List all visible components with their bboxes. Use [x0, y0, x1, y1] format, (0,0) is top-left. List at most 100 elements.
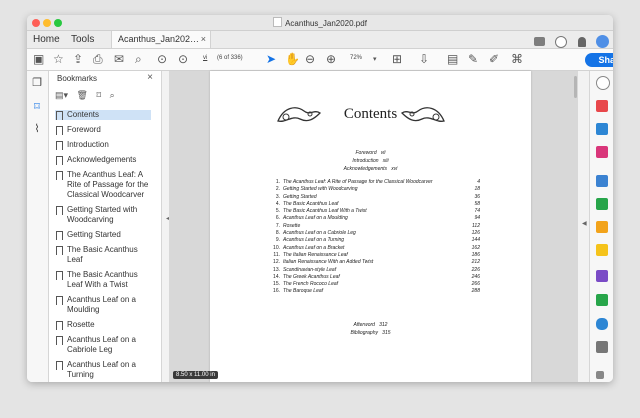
edit-pdf-icon[interactable]	[596, 175, 608, 187]
toc-row[interactable]: 16. The Baroque Leaf 288	[272, 288, 480, 295]
scan-ocr-icon[interactable]	[596, 221, 608, 233]
zoom-search-icon[interactable]	[596, 76, 610, 90]
expand-rail-icon[interactable]	[596, 371, 604, 379]
combine-files-icon[interactable]	[596, 123, 608, 135]
bookmark-item[interactable]: Acknowledgements	[55, 155, 151, 165]
share-button[interactable]: Share	[585, 53, 613, 67]
toc-row[interactable]: 13. Scandinavian-style Leaf 226	[272, 267, 480, 274]
new-bookmark-icon[interactable]: ⌑	[97, 90, 102, 100]
tab-tools[interactable]: Tools	[71, 31, 94, 48]
bookmark-icon	[56, 156, 63, 165]
document-viewer: Contents Foreword vii Introduction xiii …	[169, 71, 578, 382]
next-page-icon[interactable]: ⊙	[178, 52, 188, 67]
scroll-mode-icon[interactable]: ⇩	[419, 52, 429, 67]
page-number-input[interactable]: vi	[203, 55, 207, 61]
tab-bar: Home Tools Acanthus_Jan202… ×	[27, 31, 613, 49]
print-production-icon[interactable]	[596, 294, 608, 306]
toc-row[interactable]: 12. Italian Renaissance With an Added Twi…	[272, 259, 480, 266]
bookmark-item[interactable]: Introduction	[55, 140, 151, 150]
toc-row[interactable]: 1. The Acanthus Leaf: A Rite of Passage f…	[272, 179, 480, 186]
notifications-icon[interactable]	[577, 36, 586, 47]
bookmark-item[interactable]: The Basic Acanthus Leaf With a Twist	[55, 270, 151, 290]
bookmark-item[interactable]: Rosette	[55, 320, 151, 330]
bookmark-star-icon[interactable]: ☆	[53, 52, 64, 67]
entry-title: Foreword	[355, 150, 377, 156]
toc-row[interactable]: 11. The Italian Renaissance Leaf 186	[272, 252, 480, 259]
bookmark-label: Acanthus Leaf on a Cabriole Leg	[67, 335, 136, 354]
page-thumbnails-icon[interactable]: ❐	[31, 77, 43, 89]
toc-row[interactable]: 7. Rosette 112	[272, 223, 480, 230]
bookmark-label: The Basic Acanthus Leaf With a Twist	[67, 270, 138, 289]
select-cursor-icon[interactable]: ➤	[266, 52, 276, 67]
toc-row[interactable]: 3. Getting Started 36	[272, 194, 480, 201]
protect-icon[interactable]	[596, 318, 608, 330]
entry-page: 312	[379, 322, 388, 328]
delete-bookmark-icon[interactable]: 🗑	[77, 90, 88, 100]
bookmark-item[interactable]: Contents	[55, 110, 151, 120]
bookmark-label: Getting Started	[67, 230, 121, 239]
bookmark-item[interactable]: Getting Started with Woodcarving	[55, 205, 151, 225]
close-tab-icon[interactable]: ×	[201, 31, 206, 48]
toc-row[interactable]: 14. The Greek Acanthus Leaf 246	[272, 274, 480, 281]
bookmark-icon	[56, 296, 63, 305]
upload-icon[interactable]: ⇪	[73, 52, 83, 67]
attachments-icon[interactable]: ⌇	[31, 123, 43, 135]
bookmark-item[interactable]: Acanthus Leaf on a Turning	[55, 360, 151, 380]
comment-tool-rail-icon[interactable]	[596, 244, 608, 256]
zoom-in-icon[interactable]: ⊕	[326, 52, 336, 67]
zoom-out-icon[interactable]: ⊖	[305, 52, 315, 67]
bookmark-item[interactable]: Getting Started	[55, 230, 151, 240]
bookmark-item[interactable]: The Acanthus Leaf: A Rite of Passage for…	[55, 170, 151, 200]
tab-home[interactable]: Home	[33, 31, 60, 48]
bookmark-label: Rosette	[67, 320, 95, 329]
toc-number: 10.	[273, 244, 280, 251]
comment-icon[interactable]	[533, 37, 545, 47]
fill-sign-rail-icon[interactable]	[596, 270, 608, 282]
tab-document[interactable]: Acanthus_Jan202… ×	[111, 31, 211, 48]
bookmark-item[interactable]: The Basic Acanthus Leaf	[55, 245, 151, 265]
bookmark-item[interactable]: Foreword	[55, 125, 151, 135]
toc-row[interactable]: 6. Acanthus Leaf on a Moulding 94	[272, 215, 480, 222]
toc-row[interactable]: 9. Acanthus Leaf on a Turning 144	[272, 237, 480, 244]
save-icon[interactable]: ▣	[33, 52, 44, 67]
toc-title: The Baroque Leaf	[283, 288, 324, 295]
more-tools-icon[interactable]	[596, 341, 608, 353]
bookmark-item[interactable]: Acanthus Leaf on a Moulding	[55, 295, 151, 315]
toc-row[interactable]: 15. The French Rococo Leaf 266	[272, 281, 480, 288]
toc-row[interactable]: 2. Getting Started with Woodcarving 18	[272, 186, 480, 193]
print-icon[interactable]: ⎙	[93, 52, 103, 67]
document-scrollbar[interactable]	[574, 76, 577, 98]
page-fit-icon[interactable]: ⊞	[392, 52, 402, 67]
zoom-level[interactable]: 72%	[350, 55, 362, 61]
fill-sign-icon[interactable]: ⌘	[511, 52, 523, 67]
bookmark-icon	[56, 141, 63, 150]
create-pdf-icon[interactable]	[596, 100, 608, 112]
draw-icon[interactable]: ✐	[489, 52, 499, 67]
toc-page: 112	[472, 222, 480, 229]
export-pdf-icon[interactable]	[596, 198, 608, 210]
toc-row[interactable]: 5. The Basic Acanthus Leaf With a Twist 74	[272, 208, 480, 215]
comment-tool-icon[interactable]: ▤	[447, 52, 458, 67]
bookmarks-panel-icon[interactable]: ⌑	[31, 101, 43, 113]
highlight-icon[interactable]: ✎	[468, 52, 478, 67]
bookmark-item[interactable]: Acanthus Leaf on a Cabriole Leg	[55, 335, 151, 355]
hand-tool-icon[interactable]: ✋	[285, 52, 300, 67]
email-icon[interactable]: ✉	[114, 52, 124, 67]
organize-pages-icon[interactable]	[596, 146, 608, 158]
find-bookmark-icon[interactable]: ⌕	[110, 90, 115, 100]
avatar[interactable]	[596, 35, 609, 49]
toc-number: 1.	[275, 179, 280, 185]
help-icon[interactable]	[555, 35, 568, 48]
acrobat-window: Acanthus_Jan2020.pdf Home Tools Acanthus…	[27, 15, 613, 382]
close-bookmarks-icon[interactable]: ×	[147, 72, 153, 83]
toc-row[interactable]: 8. Acanthus Leaf on a Cabriole Leg 126	[272, 230, 480, 237]
chevron-down-icon[interactable]: ▾	[373, 52, 377, 67]
search-icon[interactable]: ⌕	[135, 52, 142, 67]
toc-row[interactable]: 4. The Basic Acanthus Leaf 58	[272, 201, 480, 208]
collapse-right-panel-icon[interactable]: ◀	[582, 220, 587, 227]
previous-page-icon[interactable]: ⊙	[157, 52, 167, 67]
front-matter-entry: Introduction xiii	[210, 158, 531, 164]
toc-page: 36	[474, 193, 480, 200]
options-menu-icon[interactable]: ▤▾	[55, 90, 68, 100]
toc-row[interactable]: 10. Acanthus Leaf on a Bracket 162	[272, 245, 480, 252]
